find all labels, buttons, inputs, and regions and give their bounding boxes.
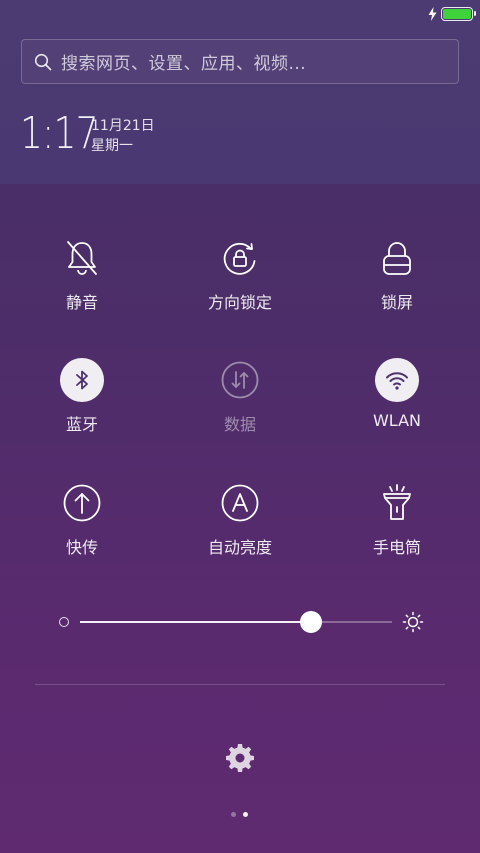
page-dot-1[interactable] xyxy=(231,812,236,817)
battery-icon xyxy=(441,7,476,21)
toggle-flashlight[interactable]: 手电筒 xyxy=(337,481,457,558)
toggle-quick-transfer-label: 快传 xyxy=(65,538,98,557)
toggle-mute[interactable]: 静音 xyxy=(22,236,142,313)
toggle-auto-brightness-icon-wrap xyxy=(218,481,262,525)
toggle-wlan[interactable]: WLAN xyxy=(337,358,457,430)
toggle-auto-brightness[interactable]: 自动亮度 xyxy=(180,481,300,558)
toggle-bluetooth-label: 蓝牙 xyxy=(65,415,98,434)
toggle-mobile-data[interactable]: 数据 xyxy=(180,358,300,435)
gear-icon[interactable] xyxy=(225,743,255,773)
toggle-flashlight-label: 手电筒 xyxy=(372,538,421,557)
toggle-mute-icon-wrap xyxy=(60,236,104,280)
lock-icon xyxy=(383,242,411,275)
clock-weekday: 星期一 xyxy=(91,138,133,154)
clock-time: 1:17 xyxy=(20,108,99,159)
clock-date: 11月21日 xyxy=(91,118,155,134)
page-indicator xyxy=(231,812,248,817)
toggle-lock-screen-label: 锁屏 xyxy=(380,293,413,312)
auto-brightness-icon xyxy=(221,484,259,522)
brightness-high-icon xyxy=(402,611,424,633)
search-bar[interactable]: 搜索网页、设置、应用、视频... xyxy=(21,39,459,84)
page-dot-2[interactable] xyxy=(243,812,248,817)
flashlight-icon xyxy=(383,484,411,520)
search-icon xyxy=(34,53,52,70)
bluetooth-icon xyxy=(76,370,88,390)
bell-off-icon xyxy=(67,241,97,275)
brightness-slider[interactable] xyxy=(56,608,424,636)
battery-tip xyxy=(474,11,476,16)
brightness-track[interactable] xyxy=(80,611,392,633)
brightness-fill xyxy=(80,621,311,623)
brightness-low-icon xyxy=(59,617,69,627)
toggle-quick-transfer[interactable]: 快传 xyxy=(22,481,142,558)
rotation-lock-icon xyxy=(223,242,256,275)
toggle-bluetooth-icon-wrap xyxy=(60,358,104,402)
status-bar xyxy=(0,0,480,28)
toggle-lock-screen[interactable]: 锁屏 xyxy=(337,236,457,313)
toggle-auto-brightness-label: 自动亮度 xyxy=(207,538,272,557)
toggle-wlan-icon-wrap xyxy=(375,358,419,402)
lightning-bolt-icon xyxy=(428,7,437,21)
toggle-mute-label: 静音 xyxy=(65,293,98,312)
toggle-rotation-lock[interactable]: 方向锁定 xyxy=(180,236,300,313)
toggle-rotation-lock-icon-wrap xyxy=(218,236,262,280)
search-input[interactable]: 搜索网页、设置、应用、视频... xyxy=(61,49,306,74)
mobile-data-icon xyxy=(221,361,259,399)
toggle-mobile-data-icon-wrap xyxy=(218,358,262,402)
toggle-bluetooth[interactable]: 蓝牙 xyxy=(22,358,142,435)
toggle-quick-transfer-icon-wrap xyxy=(60,481,104,525)
divider xyxy=(35,684,445,685)
date-block: 11月21日 星期一 xyxy=(91,116,155,156)
quick-transfer-icon xyxy=(63,484,101,522)
battery-level-fill xyxy=(443,9,471,19)
toggle-lock-screen-icon-wrap xyxy=(375,236,419,280)
toggle-wlan-label: WLAN xyxy=(372,411,421,430)
wifi-icon xyxy=(386,372,408,390)
toggle-mobile-data-label: 数据 xyxy=(223,415,256,434)
brightness-thumb[interactable] xyxy=(299,611,322,633)
toggle-rotation-lock-label: 方向锁定 xyxy=(207,293,272,312)
toggle-flashlight-icon-wrap xyxy=(375,481,419,525)
